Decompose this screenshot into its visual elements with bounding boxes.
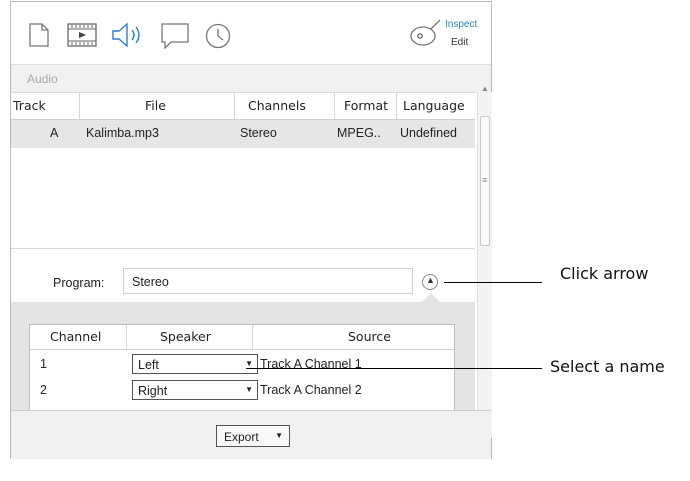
speaker-value: Right (138, 384, 168, 398)
inspect-edit-icon[interactable] (409, 18, 441, 46)
dropdown-arrow-icon: ▼ (245, 385, 253, 394)
scroll-up-icon[interactable]: ▲ (481, 84, 489, 93)
grip-icon: ≡ (482, 175, 488, 185)
callout-click-arrow: Click arrow (560, 264, 649, 283)
dropdown-arrow-icon: ▼ (275, 431, 283, 440)
collapse-arrow-button[interactable]: ▲ (422, 274, 438, 290)
table-row[interactable]: A Kalimba.mp3 Stereo MPEG.. Undefined (11, 120, 475, 148)
column-header-speaker[interactable]: Speaker (160, 329, 211, 344)
section-title: Audio (27, 72, 58, 86)
channel-table-header: Channel Speaker Source (30, 325, 454, 350)
audio-icon[interactable] (111, 22, 145, 48)
export-label: Export (224, 430, 259, 444)
file-cell: Kalimba.mp3 (86, 126, 159, 140)
column-header-track[interactable]: Track (13, 98, 46, 113)
audio-section-header: Audio (11, 64, 491, 93)
dropdown-arrow-icon: ▼ (245, 359, 253, 368)
audio-inspector-panel: Inspect Edit Audio Track File Channels F… (10, 1, 492, 459)
program-row: Program: Stereo ▲ (11, 248, 475, 303)
film-icon[interactable] (67, 23, 97, 47)
vertical-scrollbar[interactable]: ▲ ≡ ▼ (477, 84, 492, 438)
channel-row: 1 Left ▼ Track A Channel 1 (30, 351, 454, 377)
inspect-tab[interactable]: Inspect (445, 19, 477, 30)
language-cell: Undefined (400, 126, 457, 140)
channels-cell: Stereo (240, 126, 277, 140)
column-header-channels[interactable]: Channels (248, 98, 306, 113)
speaker-select[interactable]: Left ▼ (132, 354, 258, 374)
tracks-table: Track File Channels Format Language A Ka… (11, 92, 475, 249)
channel-number: 2 (40, 383, 47, 397)
program-field[interactable]: Stereo (123, 268, 413, 294)
column-header-format[interactable]: Format (344, 98, 388, 113)
footer-bar: Export ▼ (11, 410, 491, 459)
callout-select-name: Select a name (550, 357, 665, 376)
program-value: Stereo (132, 275, 169, 289)
track-cell: A (50, 126, 59, 140)
scrollbar-thumb[interactable]: ≡ (480, 116, 490, 246)
channel-row: 2 Right ▼ Track A Channel 2 (30, 377, 454, 403)
format-cell: MPEG.. (337, 126, 381, 140)
document-icon[interactable] (29, 23, 49, 47)
clock-icon[interactable] (205, 23, 231, 49)
toolbar: Inspect Edit (11, 2, 491, 60)
column-header-channel[interactable]: Channel (50, 329, 101, 344)
notch (421, 293, 441, 303)
speaker-value: Left (138, 358, 159, 372)
column-header-language[interactable]: Language (403, 98, 465, 113)
callout-line-name (246, 368, 542, 369)
comment-icon[interactable] (161, 23, 189, 49)
export-button[interactable]: Export ▼ (216, 425, 290, 447)
channel-number: 1 (40, 357, 47, 371)
channel-mapping-area: Channel Speaker Source 1 Left ▼ Track A … (11, 293, 475, 410)
speaker-select[interactable]: Right ▼ (132, 380, 258, 400)
program-label: Program: (53, 276, 105, 290)
chevron-up-icon: ▲ (426, 275, 435, 285)
column-header-file[interactable]: File (145, 98, 166, 113)
source-cell: Track A Channel 2 (260, 383, 362, 397)
channel-table: Channel Speaker Source 1 Left ▼ Track A … (29, 324, 455, 410)
edit-tab[interactable]: Edit (451, 37, 468, 48)
callout-line-arrow (444, 282, 542, 283)
tracks-table-header: Track File Channels Format Language (11, 93, 475, 120)
column-header-source[interactable]: Source (348, 329, 391, 344)
